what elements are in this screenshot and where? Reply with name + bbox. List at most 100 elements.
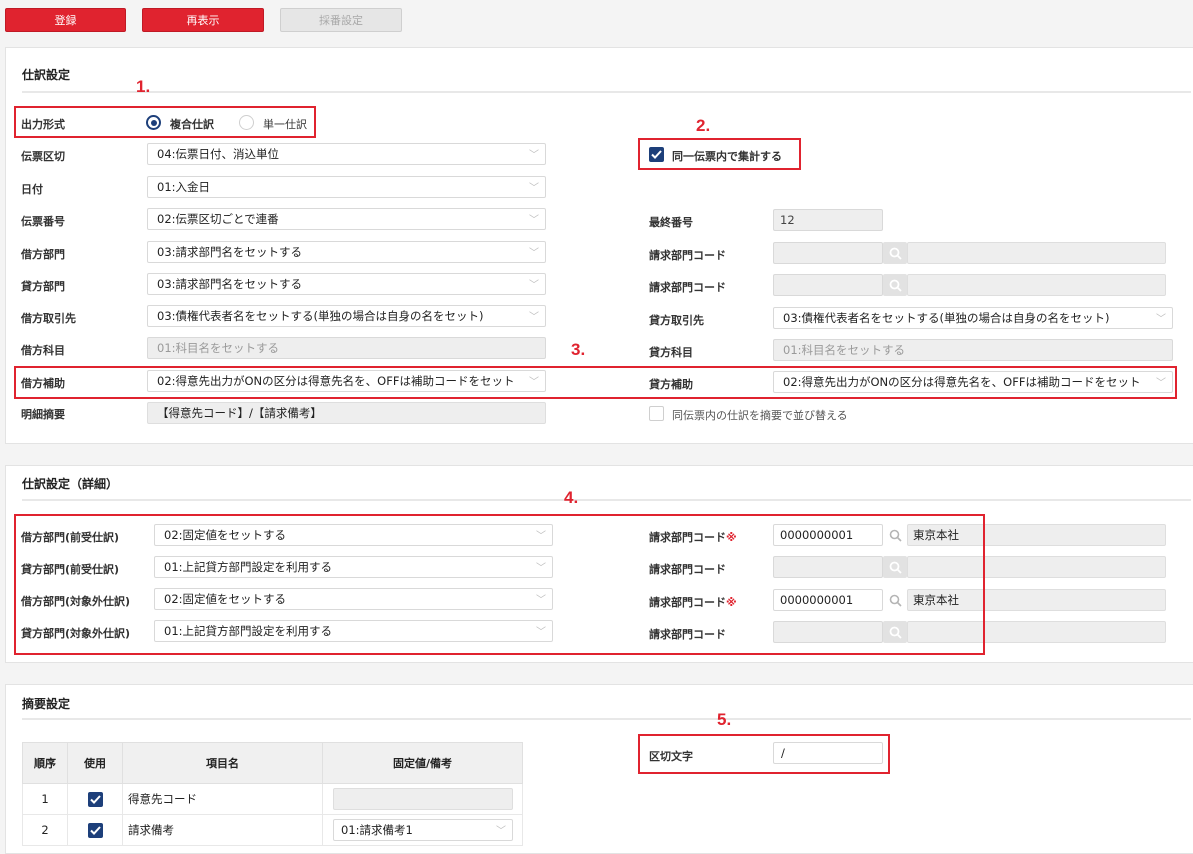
radio-single-label: 単一仕訳: [263, 118, 307, 131]
slip-number-value: 02:伝票区切ごとで連番: [157, 212, 279, 226]
debit-sub-value: 02:得意先出力がONの区分は得意先名を、OFFは補助コードをセット: [157, 374, 515, 388]
required-mark: ※: [726, 531, 737, 544]
credit-dept-code-label: 請求部門コード: [649, 281, 726, 294]
detail-summary-label: 明細摘要: [21, 408, 65, 421]
debit-dept-value: 03:請求部門名をセットする: [157, 245, 303, 259]
aggregate-checkbox[interactable]: [649, 147, 664, 162]
dept-name-value: 東京本社: [913, 528, 959, 542]
detail-row-select[interactable]: 02:固定値をセットする ﹀: [154, 588, 553, 610]
chevron-down-icon: ﹀: [536, 595, 546, 606]
credit-sub-value: 02:得意先出力がONの区分は得意先名を、OFFは補助コードをセット: [783, 375, 1141, 389]
panel-title: 仕訳設定（詳細）: [22, 477, 119, 491]
fixed-value-select[interactable]: 01:請求備考1 ﹀: [333, 819, 513, 841]
fixed-value-input[interactable]: [333, 788, 513, 810]
chevron-down-icon: ﹀: [1156, 374, 1166, 389]
detail-row-value: 02:固定値をセットする: [164, 528, 287, 542]
slip-division-select[interactable]: 04:伝票日付、消込単位 ﹀: [147, 143, 546, 165]
separator-input[interactable]: /: [773, 742, 883, 764]
dept-code-input[interactable]: 0000000001: [773, 589, 883, 611]
panel-title: 摘要設定: [22, 697, 71, 711]
fixed-cell: 01:請求備考1 ﹀: [322, 814, 523, 846]
item-cell: 請求備考: [122, 814, 323, 846]
table-row: 1 得意先コード: [22, 783, 523, 815]
detail-row-label: 貸方部門(対象外仕訳): [21, 627, 131, 640]
detail-row-value: 02:固定値をセットする: [164, 592, 287, 606]
dept-name: 東京本社: [907, 589, 1166, 611]
credit-account-value: 01:科目名をセットする: [783, 343, 906, 357]
detail-row-select[interactable]: 01:上記貸方部門設定を利用する ﹀: [154, 620, 553, 642]
use-checkbox[interactable]: [88, 792, 103, 807]
col-item-name: 項目名: [122, 742, 323, 784]
search-button[interactable]: [883, 589, 907, 611]
dept-code-label: 請求部門コード※: [649, 594, 737, 610]
date-value: 01:入金日: [157, 180, 211, 194]
debit-partner-label: 借方取引先: [21, 312, 76, 325]
dept-code-label: 請求部門コード: [649, 563, 726, 576]
search-button[interactable]: [883, 524, 907, 546]
chevron-down-icon: ﹀: [529, 280, 539, 291]
search-icon: [889, 529, 902, 542]
last-number-value: 12: [780, 213, 795, 227]
search-button[interactable]: [883, 621, 907, 643]
dept-name: 東京本社: [907, 524, 1166, 546]
chevron-down-icon: ﹀: [536, 627, 546, 638]
item-cell: 得意先コード: [122, 783, 323, 815]
last-number-label: 最終番号: [649, 216, 693, 229]
slip-number-select[interactable]: 02:伝票区切ごとで連番 ﹀: [147, 208, 546, 230]
detail-row-value: 01:上記貸方部門設定を利用する: [164, 624, 333, 638]
dept-code-value: 0000000001: [780, 593, 854, 607]
chevron-down-icon: ﹀: [529, 373, 539, 388]
search-button[interactable]: [883, 242, 907, 264]
detail-row-value: 01:上記貸方部門設定を利用する: [164, 560, 333, 574]
divider: [22, 499, 1191, 501]
chevron-down-icon: ﹀: [529, 183, 539, 194]
debit-account-select: 01:科目名をセットする: [147, 337, 546, 359]
chevron-down-icon: ﹀: [1156, 314, 1166, 325]
radio-composite[interactable]: [146, 115, 161, 130]
radio-single[interactable]: [239, 115, 254, 130]
chevron-down-icon: ﹀: [529, 215, 539, 226]
search-button[interactable]: [883, 274, 907, 296]
debit-dept-select[interactable]: 03:請求部門名をセットする ﹀: [147, 241, 546, 263]
detail-row-select[interactable]: 02:固定値をセットする ﹀: [154, 524, 553, 546]
credit-dept-select[interactable]: 03:請求部門名をセットする ﹀: [147, 273, 546, 295]
separator-label: 区切文字: [649, 750, 693, 763]
credit-partner-select[interactable]: 03:債権代表者名をセットする(単独の場合は自身の名をセット) ﹀: [773, 307, 1173, 329]
table-row: 2 請求備考 01:請求備考1 ﹀: [22, 814, 523, 846]
order-cell: 1: [22, 783, 68, 815]
separator-value: /: [781, 746, 785, 760]
dept-code-input[interactable]: 0000000001: [773, 524, 883, 546]
dept-name: [907, 621, 1166, 643]
register-button[interactable]: 登録: [5, 8, 126, 32]
summary-items-table: 順序 使用 項目名 固定値/備考 1 得意先コード 2 請求備考 01:請求備考…: [22, 742, 523, 846]
detail-summary-value[interactable]: 【得意先コード】/【請求備考】: [147, 402, 546, 424]
dept-name-value: 東京本社: [913, 593, 959, 607]
debit-account-label: 借方科目: [21, 344, 65, 357]
date-select[interactable]: 01:入金日 ﹀: [147, 176, 546, 198]
debit-dept-name: [907, 242, 1166, 264]
dept-name: [907, 556, 1166, 578]
slip-division-label: 伝票区切: [21, 150, 65, 163]
dept-code-label: 請求部門コード: [649, 628, 726, 641]
chevron-down-icon: ﹀: [536, 531, 546, 542]
debit-sub-select[interactable]: 02:得意先出力がONの区分は得意先名を、OFFは補助コードをセット ﹀: [147, 370, 546, 392]
dept-code-label-text: 請求部門コード: [649, 596, 726, 609]
debit-partner-value: 03:債権代表者名をセットする(単独の場合は自身の名をセット): [157, 309, 484, 323]
col-use: 使用: [67, 742, 123, 784]
order-cell: 2: [22, 814, 68, 846]
credit-account-select: 01:科目名をセットする: [773, 339, 1173, 361]
annotation-number: 5.: [717, 710, 732, 729]
search-button[interactable]: [883, 556, 907, 578]
sort-checkbox[interactable]: [649, 406, 664, 421]
use-checkbox[interactable]: [88, 823, 103, 838]
fixed-value-text: 01:請求備考1: [341, 823, 413, 837]
credit-account-label: 貸方科目: [649, 346, 693, 359]
credit-dept-name: [907, 274, 1166, 296]
search-icon: [889, 594, 902, 607]
credit-dept-value: 03:請求部門名をセットする: [157, 277, 303, 291]
credit-dept-code-input: [773, 274, 883, 296]
debit-partner-select[interactable]: 03:債権代表者名をセットする(単独の場合は自身の名をセット) ﹀: [147, 305, 546, 327]
detail-row-select[interactable]: 01:上記貸方部門設定を利用する ﹀: [154, 556, 553, 578]
credit-sub-select[interactable]: 02:得意先出力がONの区分は得意先名を、OFFは補助コードをセット ﹀: [773, 371, 1173, 393]
redisplay-button[interactable]: 再表示: [142, 8, 264, 32]
